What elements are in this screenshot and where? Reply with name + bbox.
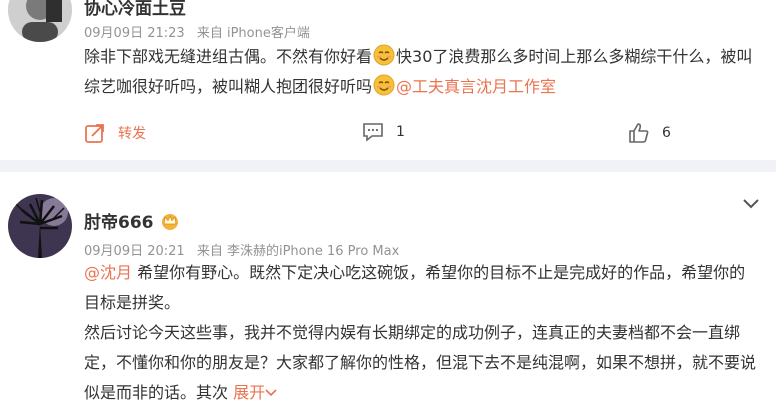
comment-count: 1 — [396, 124, 405, 140]
post-text-part: 希望你有野心。既然下定决心吃这碗饭，希望你的目标不止是完成好的作品，希望你的目标… — [84, 263, 746, 312]
post-separator — [0, 160, 776, 172]
expand-label: 展开 — [233, 383, 266, 402]
post-paragraph: 然后讨论今天这些事，我并不觉得内娱有长期绑定的成功例子，连真正的夫妻档都不会一直… — [84, 318, 758, 408]
post-meta: 09月09日 21:23 来自 iPhone客户端 — [84, 22, 318, 41]
post-text-part: 除非下部戏无缝进组古偶。不然有你好看 — [84, 47, 373, 66]
repost-button[interactable]: 转发 — [84, 122, 146, 144]
smile-emoji-icon — [373, 74, 395, 96]
post-source: 来自 李洙赫的iPhone 16 Pro Max — [196, 244, 400, 259]
mention-link[interactable]: @沈月 — [84, 263, 132, 282]
comment-icon — [363, 123, 383, 142]
repost-label: 转发 — [118, 126, 146, 142]
post-paragraph: @沈月 希望你有野心。既然下定决心吃这碗饭，希望你的目标不止是完成好的作品，希望… — [84, 258, 758, 318]
post-card: 肘帝666 09月09日 20:21 来自 李洙赫的iPhone 16 Pro … — [0, 172, 776, 420]
expand-button[interactable]: 展开 — [233, 383, 277, 402]
post-text: @沈月 希望你有野心。既然下定决心吃这碗饭，希望你的目标不止是完成好的作品，希望… — [84, 258, 758, 408]
post-text-part: 然后讨论今天这些事，我并不觉得内娱有长期绑定的成功例子，连真正的夫妻档都不会一直… — [84, 323, 757, 402]
more-options-chevron-icon[interactable] — [742, 194, 760, 213]
crown-badge-icon[interactable] — [160, 212, 180, 230]
post-source: 来自 iPhone客户端 — [196, 26, 310, 41]
post-text: 除非下部戏无缝进组古偶。不然有你好看 快30了浪费那么多时间上那么多糊综干什么，… — [84, 42, 758, 102]
like-count: 6 — [662, 125, 671, 141]
post-time[interactable]: 09月09日 20:21 — [84, 244, 185, 259]
username-link[interactable]: 肘帝666 — [84, 213, 154, 233]
avatar[interactable] — [8, 194, 72, 258]
like-button[interactable]: 6 — [628, 122, 671, 144]
username[interactable]: 协心冷面土豆 — [84, 0, 186, 19]
avatar[interactable] — [8, 0, 72, 42]
post-time[interactable]: 09月09日 21:23 — [84, 26, 185, 41]
smile-emoji-icon — [373, 44, 395, 66]
mention-link[interactable]: @工夫真言沈月工作室 — [396, 77, 556, 96]
post-meta: 09月09日 20:21 来自 李洙赫的iPhone 16 Pro Max — [84, 240, 407, 259]
repost-icon — [85, 124, 104, 143]
username: 肘帝666 — [84, 208, 180, 233]
avatar-tree-silhouette-icon — [8, 194, 72, 258]
post-card: 协心冷面土豆 09月09日 21:23 来自 iPhone客户端 除非下部戏无缝… — [0, 0, 776, 160]
thumbs-up-icon — [629, 123, 649, 143]
comment-button[interactable]: 1 — [362, 122, 405, 142]
chevron-down-icon — [265, 389, 277, 397]
avatar-photo-icon — [8, 0, 72, 42]
